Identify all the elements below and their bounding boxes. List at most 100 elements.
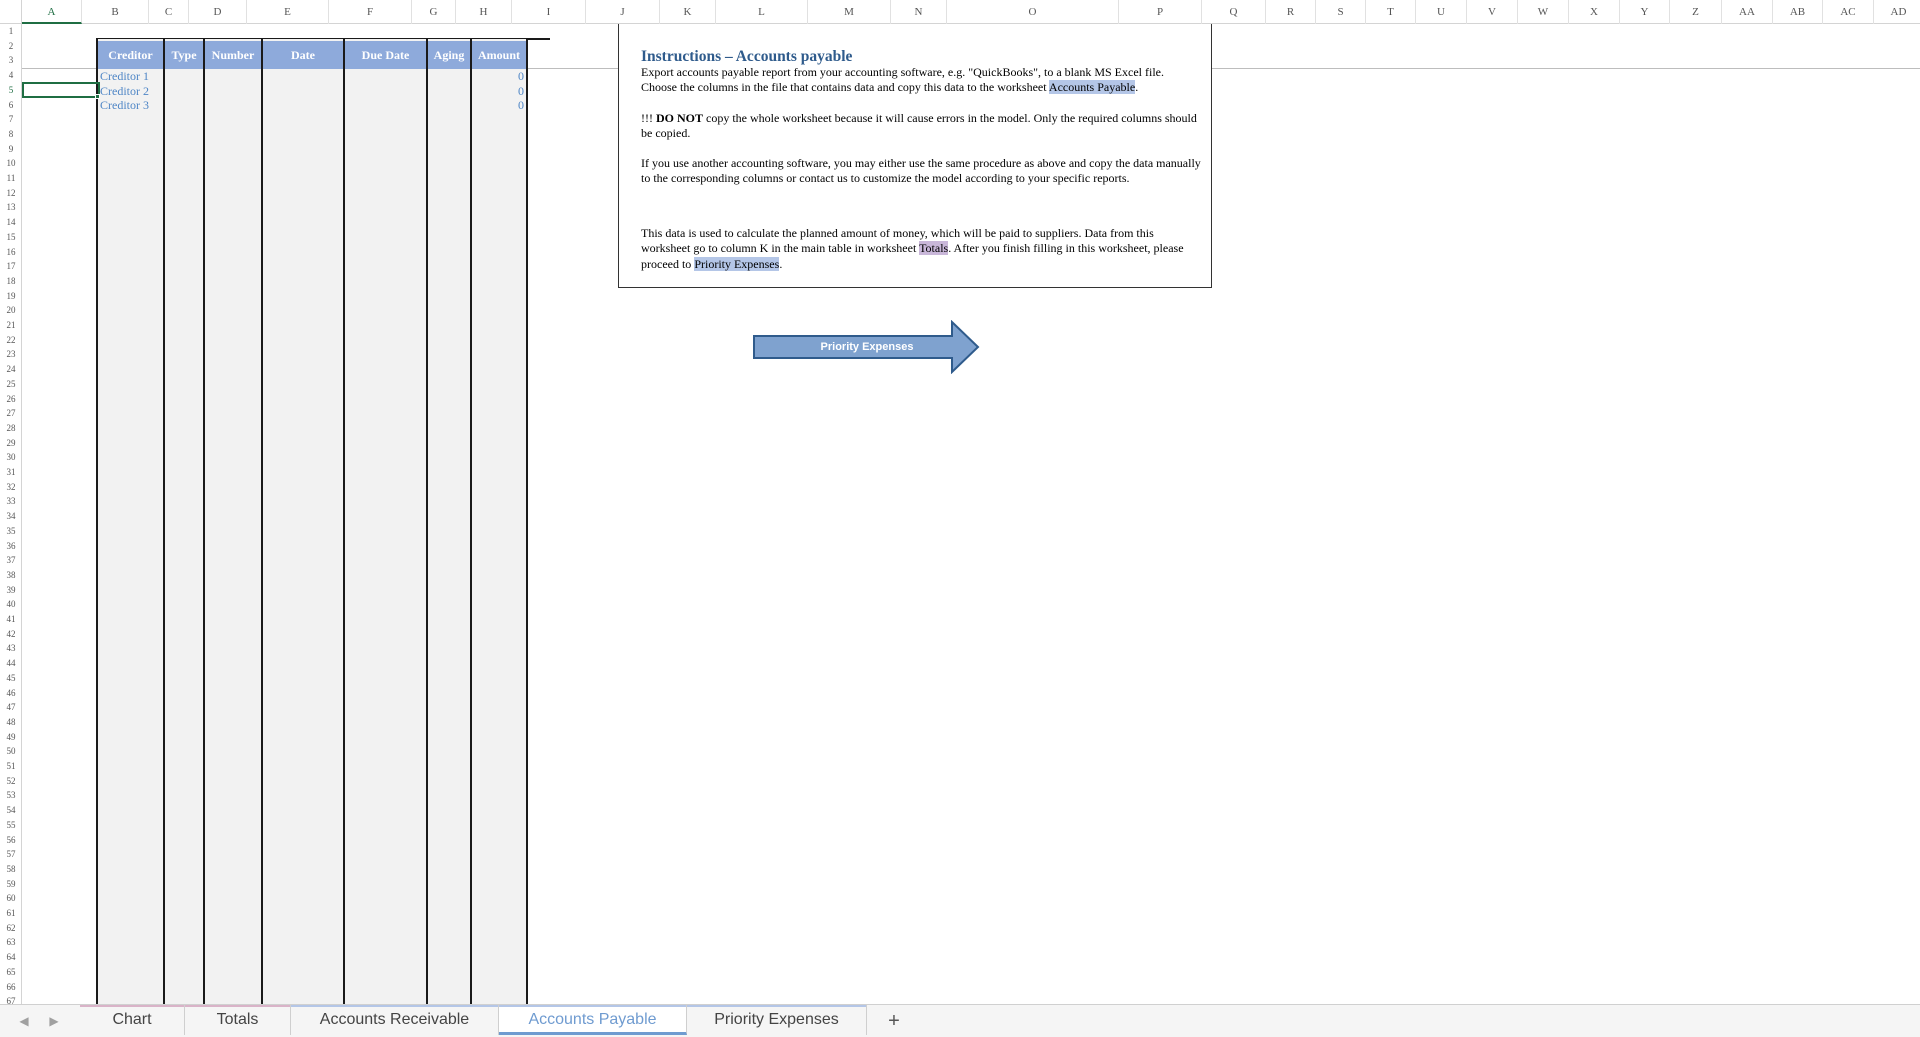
row-header-40[interactable]: 40 xyxy=(0,597,21,612)
row-header-26[interactable]: 26 xyxy=(0,392,21,407)
column-header-m[interactable]: M xyxy=(808,0,891,24)
row-header-5[interactable]: 5 xyxy=(0,83,21,98)
row-header-56[interactable]: 56 xyxy=(0,833,21,848)
row-header-2[interactable]: 2 xyxy=(0,39,21,54)
row-header-29[interactable]: 29 xyxy=(0,436,21,451)
column-header-y[interactable]: Y xyxy=(1620,0,1670,24)
row-header-23[interactable]: 23 xyxy=(0,347,21,362)
row-header-33[interactable]: 33 xyxy=(0,494,21,509)
row-header-28[interactable]: 28 xyxy=(0,421,21,436)
row-header-37[interactable]: 37 xyxy=(0,553,21,568)
row-header-7[interactable]: 7 xyxy=(0,112,21,127)
row-header-63[interactable]: 63 xyxy=(0,935,21,950)
tab-priority-expenses[interactable]: Priority Expenses xyxy=(687,1005,867,1035)
row-header-44[interactable]: 44 xyxy=(0,656,21,671)
amount-3-cell[interactable]: 0 xyxy=(472,98,524,113)
totals-link[interactable]: Totals xyxy=(919,241,949,256)
row-header-64[interactable]: 64 xyxy=(0,950,21,965)
row-header-66[interactable]: 66 xyxy=(0,980,21,995)
add-sheet-button[interactable]: + xyxy=(876,1006,912,1036)
accounts-payable-link[interactable]: Accounts Payable xyxy=(1048,80,1136,95)
row-header-31[interactable]: 31 xyxy=(0,465,21,480)
column-header-e[interactable]: E xyxy=(247,0,329,24)
row-header-4[interactable]: 4 xyxy=(0,68,21,83)
column-header-u[interactable]: U xyxy=(1416,0,1467,24)
header-due-date[interactable]: Due Date xyxy=(345,41,426,69)
tab-accounts-payable[interactable]: Accounts Payable xyxy=(499,1005,687,1035)
row-header-62[interactable]: 62 xyxy=(0,921,21,936)
column-header-s[interactable]: S xyxy=(1316,0,1366,24)
row-header-13[interactable]: 13 xyxy=(0,200,21,215)
row-header-42[interactable]: 42 xyxy=(0,627,21,642)
row-header-19[interactable]: 19 xyxy=(0,289,21,304)
row-header-57[interactable]: 57 xyxy=(0,847,21,862)
column-header-ad[interactable]: AD xyxy=(1874,0,1920,24)
column-header-r[interactable]: R xyxy=(1266,0,1316,24)
row-header-3[interactable]: 3 xyxy=(0,53,21,68)
column-header-k[interactable]: K xyxy=(660,0,716,24)
column-header-j[interactable]: J xyxy=(586,0,660,24)
row-header-25[interactable]: 25 xyxy=(0,377,21,392)
column-header-g[interactable]: G xyxy=(412,0,456,24)
selected-cell-a5[interactable] xyxy=(22,82,100,98)
creditor-1-cell[interactable]: Creditor 1 xyxy=(100,69,149,84)
column-header-x[interactable]: X xyxy=(1569,0,1620,24)
column-header-d[interactable]: D xyxy=(189,0,247,24)
column-header-p[interactable]: P xyxy=(1119,0,1202,24)
column-header-i[interactable]: I xyxy=(512,0,586,24)
column-header-v[interactable]: V xyxy=(1467,0,1518,24)
row-header-1[interactable]: 1 xyxy=(0,24,21,39)
row-header-38[interactable]: 38 xyxy=(0,568,21,583)
row-header-32[interactable]: 32 xyxy=(0,480,21,495)
row-header-11[interactable]: 11 xyxy=(0,171,21,186)
header-aging[interactable]: Aging xyxy=(428,41,470,69)
row-header-16[interactable]: 16 xyxy=(0,245,21,260)
column-header-o[interactable]: O xyxy=(947,0,1119,24)
row-header-50[interactable]: 50 xyxy=(0,744,21,759)
column-header-ac[interactable]: AC xyxy=(1823,0,1874,24)
column-header-n[interactable]: N xyxy=(891,0,947,24)
header-number[interactable]: Number xyxy=(205,41,261,69)
row-header-21[interactable]: 21 xyxy=(0,318,21,333)
row-header-8[interactable]: 8 xyxy=(0,127,21,142)
amount-1-cell[interactable]: 0 xyxy=(472,69,524,84)
row-header-46[interactable]: 46 xyxy=(0,686,21,701)
row-header-14[interactable]: 14 xyxy=(0,215,21,230)
column-header-l[interactable]: L xyxy=(716,0,808,24)
row-header-48[interactable]: 48 xyxy=(0,715,21,730)
row-header-22[interactable]: 22 xyxy=(0,333,21,348)
row-header-47[interactable]: 47 xyxy=(0,700,21,715)
prev-sheet-icon[interactable]: ◀ xyxy=(16,1013,32,1029)
row-header-9[interactable]: 9 xyxy=(0,142,21,157)
row-header-58[interactable]: 58 xyxy=(0,862,21,877)
row-header-59[interactable]: 59 xyxy=(0,877,21,892)
column-header-ab[interactable]: AB xyxy=(1773,0,1823,24)
amount-2-cell[interactable]: 0 xyxy=(472,84,524,99)
row-header-15[interactable]: 15 xyxy=(0,230,21,245)
creditor-3-cell[interactable]: Creditor 3 xyxy=(100,98,149,113)
priority-expenses-button-label[interactable]: Priority Expenses xyxy=(754,336,980,358)
tab-totals[interactable]: Totals xyxy=(185,1005,291,1035)
fill-handle[interactable] xyxy=(95,94,100,99)
row-header-41[interactable]: 41 xyxy=(0,612,21,627)
row-header-30[interactable]: 30 xyxy=(0,450,21,465)
row-header-39[interactable]: 39 xyxy=(0,583,21,598)
row-header-12[interactable]: 12 xyxy=(0,186,21,201)
next-sheet-icon[interactable]: ▶ xyxy=(46,1013,62,1029)
column-header-h[interactable]: H xyxy=(456,0,512,24)
sheet-grid[interactable]: Creditor Type Number Date Due Date Aging… xyxy=(22,24,1920,1004)
row-header-61[interactable]: 61 xyxy=(0,906,21,921)
row-header-24[interactable]: 24 xyxy=(0,362,21,377)
row-header-27[interactable]: 27 xyxy=(0,406,21,421)
row-header-34[interactable]: 34 xyxy=(0,509,21,524)
column-header-q[interactable]: Q xyxy=(1202,0,1266,24)
column-header-t[interactable]: T xyxy=(1366,0,1416,24)
tab-accounts-receivable[interactable]: Accounts Receivable xyxy=(291,1005,499,1035)
header-amount[interactable]: Amount xyxy=(472,41,526,69)
select-all-corner[interactable] xyxy=(0,0,22,24)
header-type[interactable]: Type xyxy=(165,41,203,69)
row-header-51[interactable]: 51 xyxy=(0,759,21,774)
column-header-aa[interactable]: AA xyxy=(1722,0,1773,24)
row-header-17[interactable]: 17 xyxy=(0,259,21,274)
row-header-10[interactable]: 10 xyxy=(0,156,21,171)
